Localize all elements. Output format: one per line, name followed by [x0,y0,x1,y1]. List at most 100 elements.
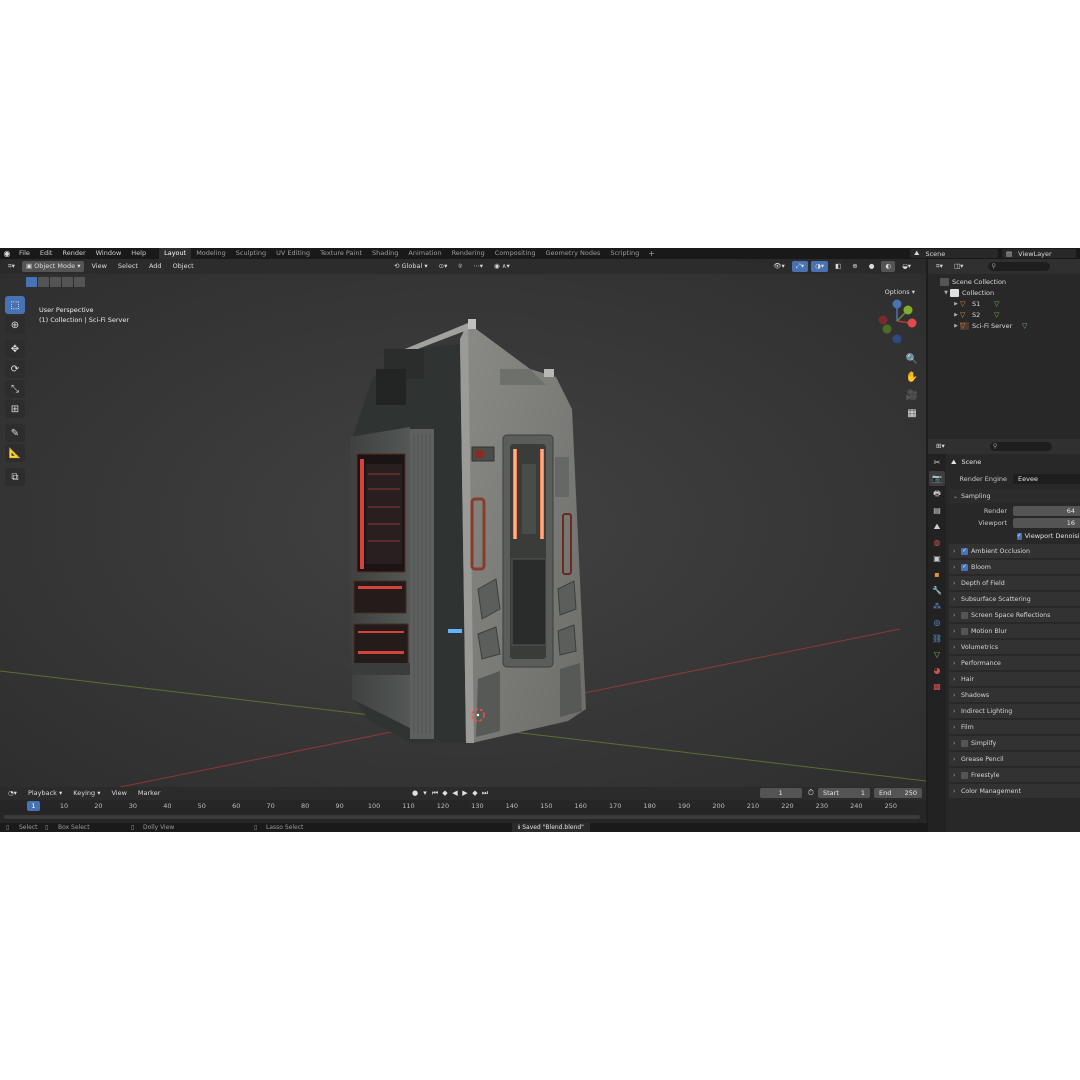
tab-shading[interactable]: Shading [367,248,403,259]
panel-header[interactable]: › Performance [949,656,1080,670]
outliner-search-input[interactable]: ⚲ [988,262,1051,271]
rotate-tool-icon[interactable]: ⟳ [5,360,25,378]
tab-uv-editing[interactable]: UV Editing [271,248,315,259]
editor-type-icon[interactable]: ⌗▾ [4,261,19,272]
properties-search-input[interactable]: ⚲ [989,442,1052,451]
navigation-gizmo[interactable] [875,299,919,343]
menu-marker[interactable]: Marker [134,788,164,799]
view-layer-selector[interactable]: ▤ ViewLayer [1002,249,1076,258]
select-subtract-icon[interactable] [50,277,61,287]
current-frame-field[interactable]: 1 [759,788,802,798]
menu-window[interactable]: Window [91,248,127,259]
object-expand-icon[interactable]: ▶ [952,323,960,329]
outliner-object-row[interactable]: ▶ ▽ Sci-Fi Server ▽ [928,320,1080,331]
menu-view[interactable]: View [87,261,110,272]
record-icon[interactable]: ● [410,788,420,798]
panel-header[interactable]: › Hair [949,672,1080,686]
scene-collection-row[interactable]: Scene Collection [928,276,1080,287]
panel-header[interactable]: › Indirect Lighting [949,704,1080,718]
move-tool-icon[interactable]: ✥ [5,340,25,358]
tab-sculpting[interactable]: Sculpting [231,248,271,259]
scene-tab-icon[interactable]: ⛰ [929,519,945,534]
tab-compositing[interactable]: Compositing [490,248,541,259]
view-layer-tab-icon[interactable]: ▤ [929,503,945,518]
scale-tool-icon[interactable]: ⤡ [5,380,25,398]
viewport-denoising-row[interactable]: ✓ Viewport Denoising [947,529,1080,543]
ortho-grid-icon[interactable]: ▦ [903,405,921,421]
jump-end-icon[interactable]: ⏭ [480,788,490,798]
panel-header[interactable]: › Volumetrics [949,640,1080,654]
visibility-icon[interactable]: 👁▾ [769,261,789,272]
outliner-object-row[interactable]: ▶ ▽ S1 ▽ [928,298,1080,309]
shading-wireframe-icon[interactable]: ⊕ [848,261,861,272]
prev-keyframe-icon[interactable]: ◆ [440,788,450,798]
collection-expand-icon[interactable]: ▼ [942,290,950,296]
collection-row[interactable]: ▼ Collection [928,287,1080,298]
panel-header[interactable]: › Grease Pencil [949,752,1080,766]
proportional-edit-icon[interactable]: ◉ ∧▾ [490,261,514,272]
snap-icon[interactable]: ⌾ [454,261,466,272]
tool-tab-icon[interactable]: ✂ [929,455,945,470]
tab-geometry-nodes[interactable]: Geometry Nodes [541,248,606,259]
menu-timeline-view[interactable]: View [107,788,130,799]
3d-viewport[interactable]: ⌗▾ ▣ Object Mode ▾ View Select Add Objec… [0,259,926,787]
play-reverse-icon[interactable]: ◀ [450,788,460,798]
panel-header[interactable]: › ✓ Ambient Occlusion [949,544,1080,558]
render-engine-dropdown[interactable]: Eevee [1013,474,1080,484]
options-dropdown[interactable]: Options ▾ [879,287,920,297]
object-expand-icon[interactable]: ▶ [952,312,960,318]
timeline-ruler[interactable]: 10 20 30 40 50 60 70 80 90 100 110 120 130 140 150 160 1… [0,800,926,813]
menu-edit[interactable]: Edit [35,248,58,259]
object-tab-icon[interactable]: ▪ [929,567,945,582]
constraints-tab-icon[interactable]: ⛓ [929,631,945,646]
tab-texture-paint[interactable]: Texture Paint [315,248,367,259]
camera-view-icon[interactable]: 🎥 [903,387,921,403]
tab-scripting[interactable]: Scripting [605,248,644,259]
collection-tab-icon[interactable]: ▣ [929,551,945,566]
timeline-editor-type-icon[interactable]: ◔▾ [4,788,21,799]
panel-header[interactable]: › ✓ Bloom [949,560,1080,574]
timeline-scrollbar[interactable] [4,815,920,819]
gizmo-toggle-icon[interactable]: ⤢▾ [791,261,809,272]
start-frame-field[interactable]: Start 1 [818,788,870,798]
blender-logo-icon[interactable]: ◉ [0,249,14,258]
transform-orientation-dropdown[interactable]: ⟲ Global ▾ [390,261,432,272]
output-tab-icon[interactable]: 🖶 [929,487,945,502]
properties-editor-type-icon[interactable]: ⊞▾ [932,441,949,452]
transform-tool-icon[interactable]: ⊞ [5,400,25,418]
shading-material-icon[interactable]: ◐ [881,261,896,272]
particles-tab-icon[interactable]: ⁂ [929,599,945,614]
sci-fi-server-model[interactable] [350,319,586,743]
overlay-toggle-icon[interactable]: ◑▾ [811,261,829,272]
outliner-object-row[interactable]: ▶ ▽ S2 ▽ [928,309,1080,320]
select-invert-icon[interactable] [62,277,73,287]
panel-enable-checkbox[interactable] [961,627,968,635]
sampling-panel-header[interactable]: ⌄ Sampling [949,489,1080,503]
playhead[interactable]: 1 [27,801,40,811]
panel-enable-checkbox[interactable]: ✓ [961,563,968,571]
viewport-denoising-checkbox[interactable]: ✓ [1017,532,1022,540]
menu-file[interactable]: File [14,248,35,259]
next-keyframe-icon[interactable]: ◆ [470,788,480,798]
zoom-icon[interactable]: 🔍 [903,351,921,367]
cursor-tool-icon[interactable]: ⊕ [5,316,25,334]
pivot-icon[interactable]: ⊙▾ [435,261,452,272]
display-mode-icon[interactable]: ◫▾ [950,261,967,272]
menu-keying[interactable]: Keying ▾ [69,788,104,799]
mode-selector[interactable]: ▣ Object Mode ▾ [21,261,85,272]
shading-rendered-icon[interactable]: ◒▾ [898,261,915,272]
outliner-editor-type-icon[interactable]: ⌗▾ [932,261,947,272]
select-box-tool-icon[interactable]: ⬚ [5,296,25,314]
physics-tab-icon[interactable]: ◎ [929,615,945,630]
world-tab-icon[interactable]: ◍ [929,535,945,550]
add-workspace-icon[interactable]: + [644,248,659,259]
select-new-icon[interactable] [26,277,37,287]
panel-header[interactable]: › Film [949,720,1080,734]
add-cube-tool-icon[interactable]: ⧉ [5,468,25,486]
tab-modeling[interactable]: Modeling [191,248,231,259]
tab-animation[interactable]: Animation [403,248,446,259]
material-tab-icon[interactable]: ◕ [929,663,945,678]
tab-rendering[interactable]: Rendering [447,248,490,259]
record-options-icon[interactable]: ▾ [420,788,430,798]
select-intersect-icon[interactable] [74,277,85,287]
